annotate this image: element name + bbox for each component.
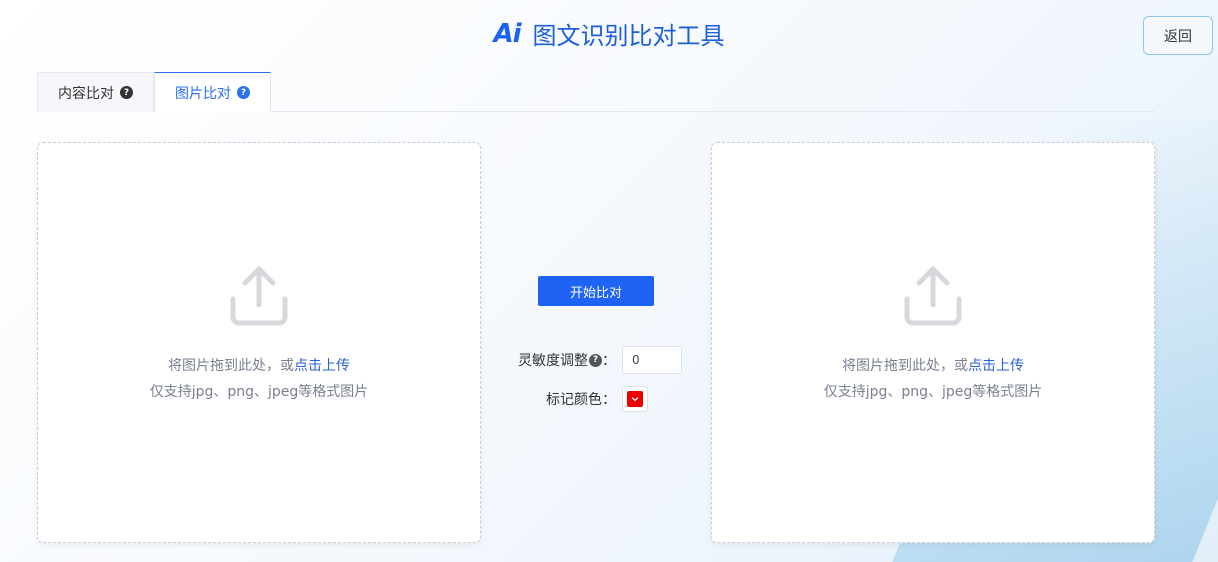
upload-icon bbox=[904, 266, 962, 326]
question-icon[interactable]: ? bbox=[237, 86, 250, 99]
sensitivity-input[interactable]: 0 bbox=[622, 346, 682, 374]
back-button[interactable]: 返回 bbox=[1143, 16, 1213, 55]
sensitivity-row: 灵敏度调整 ? ： 0 bbox=[518, 346, 682, 374]
chevron-down-icon bbox=[631, 397, 639, 402]
click-upload-link[interactable]: 点击上传 bbox=[294, 358, 350, 374]
tab-content-compare[interactable]: 内容比对 ? bbox=[37, 72, 154, 112]
upload-dropzone-left[interactable]: 将图片拖到此处，或点击上传 仅支持jpg、png、jpeg等格式图片 bbox=[37, 142, 481, 543]
upload-prompt-text: 将图片拖到此处，或 bbox=[842, 358, 968, 374]
question-icon[interactable]: ? bbox=[589, 353, 602, 367]
header: Ai 图文识别比对工具 返回 bbox=[0, 0, 1218, 66]
title-area: Ai 图文识别比对工具 bbox=[0, 16, 1218, 51]
tab-label: 图片比对 bbox=[175, 85, 231, 102]
sensitivity-colon: ： bbox=[602, 353, 616, 369]
upload-format-hint: 仅支持jpg、png、jpeg等格式图片 bbox=[149, 384, 369, 400]
click-upload-link[interactable]: 点击上传 bbox=[968, 358, 1024, 374]
upload-format-hint: 仅支持jpg、png、jpeg等格式图片 bbox=[823, 384, 1043, 400]
mark-color-row: 标记颜色： bbox=[546, 386, 648, 412]
upload-prompt-text: 将图片拖到此处，或 bbox=[168, 358, 294, 374]
upload-icon bbox=[230, 266, 288, 326]
ai-logo: Ai bbox=[493, 18, 521, 49]
upload-prompt: 将图片拖到此处，或点击上传 bbox=[842, 355, 1024, 375]
upload-dropzone-right[interactable]: 将图片拖到此处，或点击上传 仅支持jpg、png、jpeg等格式图片 bbox=[711, 142, 1155, 543]
color-swatch bbox=[627, 391, 643, 407]
upload-prompt: 将图片拖到此处，或点击上传 bbox=[168, 355, 350, 375]
mark-color-label: 标记颜色： bbox=[546, 392, 616, 408]
tab-image-compare[interactable]: 图片比对 ? bbox=[154, 72, 271, 112]
sensitivity-label: 灵敏度调整 bbox=[518, 353, 588, 369]
start-compare-button[interactable]: 开始比对 bbox=[538, 276, 654, 306]
tab-bar: 内容比对 ? 图片比对 ? bbox=[37, 72, 1155, 112]
tab-label: 内容比对 bbox=[58, 85, 114, 102]
page-title: 图文识别比对工具 bbox=[532, 22, 725, 50]
question-icon[interactable]: ? bbox=[120, 86, 133, 99]
mark-color-picker[interactable] bbox=[622, 386, 648, 412]
